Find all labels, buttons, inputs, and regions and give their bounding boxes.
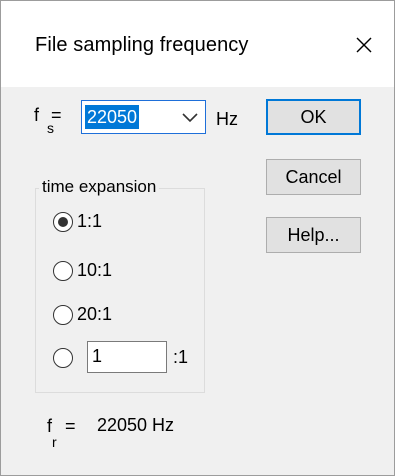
radio-1-1[interactable] bbox=[53, 212, 73, 232]
fs-unit: Hz bbox=[216, 109, 238, 129]
custom-expansion-input[interactable]: 1 bbox=[87, 341, 167, 373]
fr-equals: = bbox=[65, 416, 76, 436]
title-bar: File sampling frequency bbox=[1, 1, 394, 87]
fr-value: 22050 Hz bbox=[97, 415, 175, 435]
fr-label-subscript: r bbox=[52, 434, 57, 450]
sampling-frequency-combobox[interactable]: 22050 bbox=[81, 100, 206, 134]
radio-10-1[interactable] bbox=[53, 261, 73, 281]
close-button[interactable] bbox=[349, 31, 379, 61]
cancel-button[interactable]: Cancel bbox=[266, 159, 361, 195]
radio-label-1-1: 1:1 bbox=[77, 211, 103, 231]
time-expansion-legend: time expansion bbox=[39, 177, 160, 197]
sampling-frequency-value[interactable]: 22050 bbox=[85, 105, 140, 129]
custom-expansion-suffix: :1 bbox=[173, 347, 189, 367]
fs-label-f: f bbox=[34, 105, 40, 125]
radio-label-10-1: 10:1 bbox=[77, 260, 113, 280]
dialog-title: File sampling frequency bbox=[35, 34, 249, 56]
radio-20-1[interactable] bbox=[53, 305, 73, 325]
radio-label-20-1: 20:1 bbox=[77, 304, 113, 324]
file-sampling-frequency-dialog: File sampling frequency f s = 22050 Hz O… bbox=[0, 0, 395, 476]
fs-equals: = bbox=[51, 105, 62, 125]
close-icon bbox=[356, 37, 372, 53]
chevron-down-icon[interactable] bbox=[181, 111, 199, 125]
help-button[interactable]: Help... bbox=[266, 217, 361, 253]
ok-button[interactable]: OK bbox=[266, 99, 361, 135]
radio-custom[interactable] bbox=[53, 348, 73, 368]
